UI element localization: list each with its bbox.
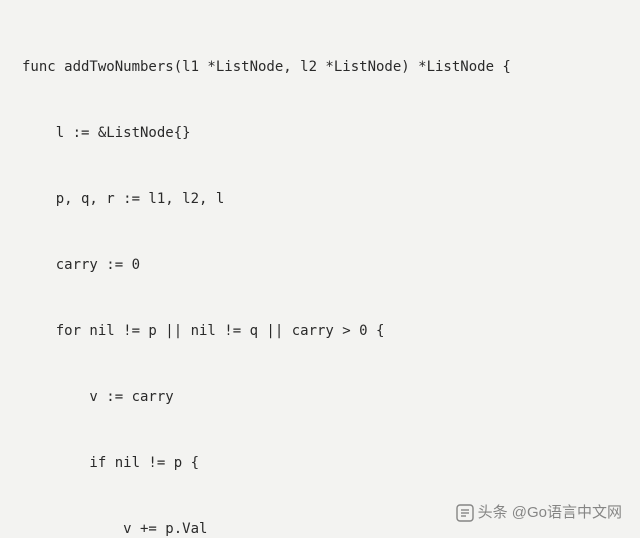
code-line: func addTwoNumbers(l1 *ListNode, l2 *Lis…: [22, 56, 632, 78]
code-line: v := carry: [22, 386, 632, 408]
code-line: l := &ListNode{}: [22, 122, 632, 144]
code-line: carry := 0: [22, 254, 632, 276]
toutiao-icon: [456, 504, 474, 522]
watermark-text: 头条 @Go语言中文网: [478, 502, 622, 524]
code-line: if nil != p {: [22, 452, 632, 474]
code-line: for nil != p || nil != q || carry > 0 {: [22, 320, 632, 342]
watermark: 头条 @Go语言中文网: [456, 502, 622, 524]
code-line: p, q, r := l1, l2, l: [22, 188, 632, 210]
code-block: func addTwoNumbers(l1 *ListNode, l2 *Lis…: [0, 0, 640, 538]
